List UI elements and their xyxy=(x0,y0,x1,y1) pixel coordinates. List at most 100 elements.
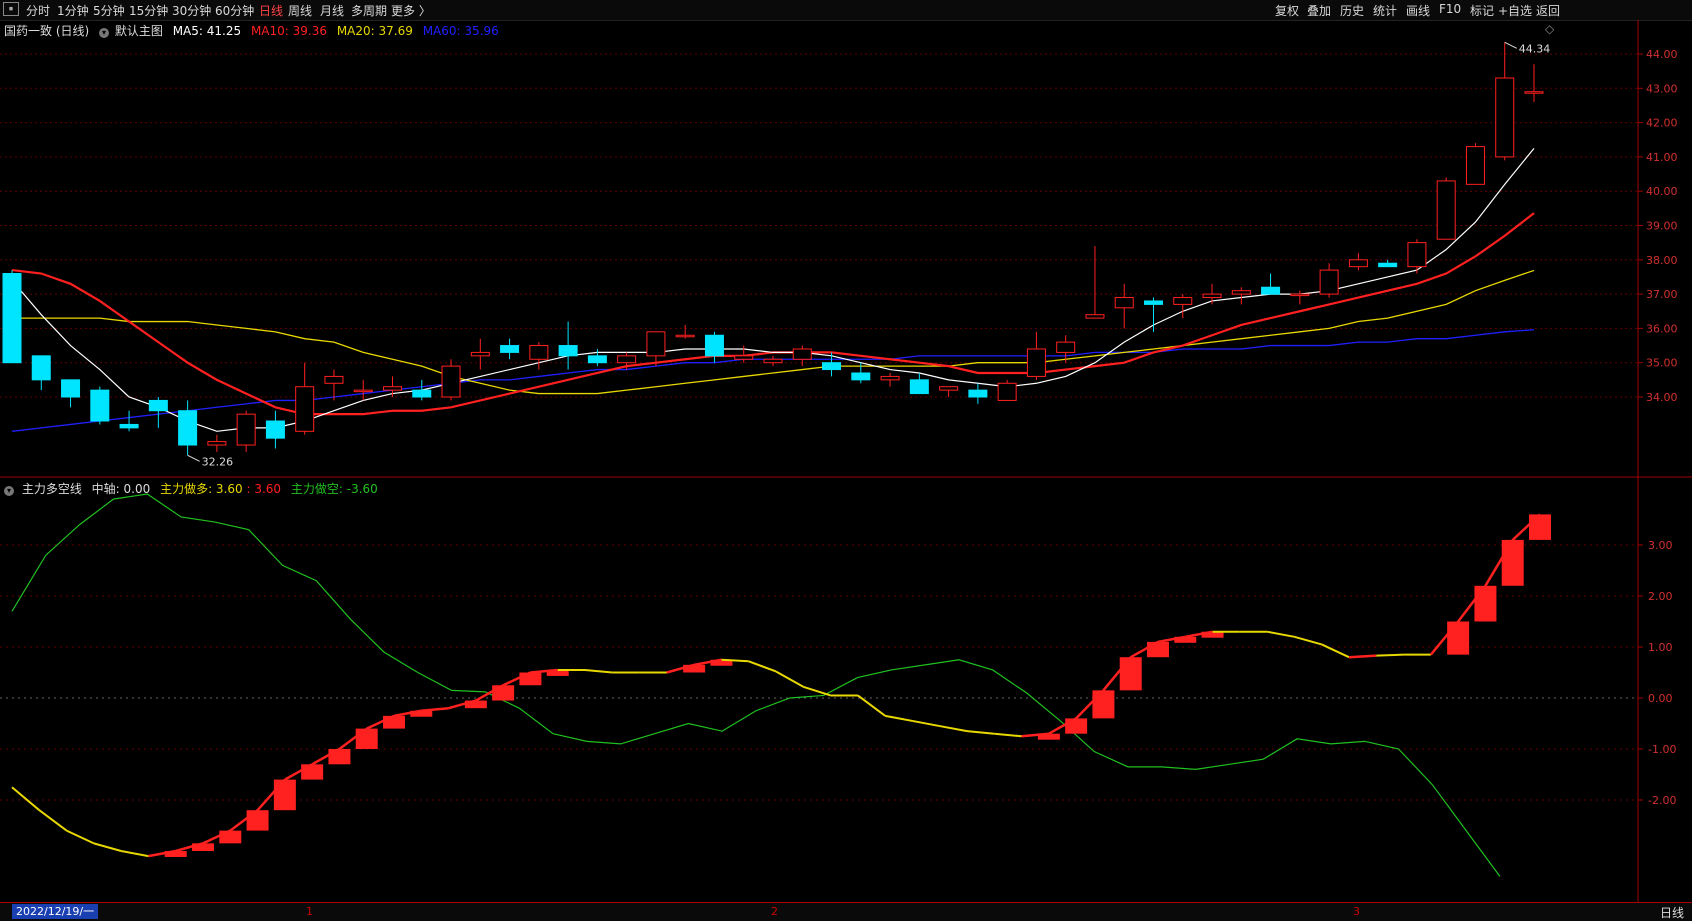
low-label: 32.26 xyxy=(202,455,234,468)
candle-body xyxy=(148,399,168,412)
candle xyxy=(1465,143,1485,185)
candle xyxy=(763,355,783,367)
candle xyxy=(1261,273,1281,295)
price-tick-label: 40.00 xyxy=(1646,185,1678,198)
candle-body xyxy=(675,334,695,338)
candle-body xyxy=(1114,297,1134,309)
high-label: 44.34 xyxy=(1519,42,1551,55)
candle xyxy=(61,379,81,408)
candle-body xyxy=(880,375,900,381)
price-tick-label: 42.00 xyxy=(1646,117,1678,130)
candle-body xyxy=(1465,146,1485,185)
candle-body xyxy=(383,386,402,391)
long-line-segment xyxy=(939,725,968,733)
dropdown-icon[interactable]: ▾ xyxy=(99,28,110,38)
long-line-segment xyxy=(912,719,940,728)
long-line-segment xyxy=(11,786,40,811)
long-bar xyxy=(328,749,351,765)
long-bar xyxy=(192,843,214,851)
candle xyxy=(1378,259,1398,268)
long-line-segment xyxy=(120,850,149,858)
candle xyxy=(997,379,1017,401)
candle xyxy=(148,397,168,428)
price-tick-label: 43.00 xyxy=(1646,82,1678,95)
indicator-info-line: ▾ 主力多空线 中轴: 0.00 主力做多: 3.60 : 3.60 主力做空:… xyxy=(4,480,378,497)
long-bar xyxy=(1174,636,1197,643)
ma20-label: MA20: 37.69 xyxy=(336,24,413,38)
long-bar xyxy=(464,700,487,709)
candle xyxy=(939,386,959,397)
candle-body xyxy=(353,389,373,393)
candle-body xyxy=(704,334,724,357)
candle-body xyxy=(1173,297,1193,305)
ma10-label: MA10: 39.36 xyxy=(250,24,327,38)
long-bar xyxy=(301,764,324,780)
candle-body xyxy=(587,355,607,364)
price-tick-label: 37.00 xyxy=(1646,288,1678,301)
candle-body xyxy=(1261,286,1281,295)
long-line-segment xyxy=(857,694,886,717)
candle-body xyxy=(822,362,842,371)
candle-body xyxy=(617,355,637,364)
long-line-segment xyxy=(93,842,122,852)
kline-chart[interactable]: 44.00 43.00 42.00 41.00 40.00 39.00 38.00 37.00… xyxy=(0,0,1692,902)
candle xyxy=(2,270,22,364)
period-label: 日线 xyxy=(1659,906,1684,920)
template-name[interactable]: 默认主图 xyxy=(115,24,163,38)
candle-body xyxy=(529,345,549,360)
candle-body xyxy=(646,331,666,357)
candle xyxy=(1114,283,1134,329)
indicator-tick-label: -1.00 xyxy=(1648,743,1676,756)
main-info-line: 国药一致 (日线) ▾ 默认主图 MA5: 41.25 MA10: 39.36 … xyxy=(4,22,499,39)
short-label: 主力做空: -3.60 xyxy=(290,482,378,496)
candle xyxy=(968,383,988,404)
long-bar xyxy=(519,672,542,686)
mid-axis-label: 中轴: 0.00 xyxy=(91,482,151,496)
diamond-icon[interactable]: ◇ xyxy=(1545,22,1554,36)
indicator-name[interactable]: 主力多空线 xyxy=(22,482,82,496)
candle-body xyxy=(265,420,285,439)
high-pointer xyxy=(1504,41,1517,49)
price-tick-label: 44.00 xyxy=(1646,48,1678,61)
indicator-tick-label: 1.00 xyxy=(1648,641,1673,654)
long-bar xyxy=(1501,539,1524,586)
long-bar xyxy=(1447,621,1470,655)
candle-body xyxy=(1378,262,1398,268)
candle-body xyxy=(1231,290,1251,295)
long-line-segment xyxy=(1294,635,1322,646)
candle xyxy=(31,355,51,391)
candle xyxy=(441,359,461,401)
indicator-tick-label: -2.00 xyxy=(1648,794,1676,807)
indicator-dropdown-icon[interactable]: ▾ xyxy=(4,486,14,496)
candle xyxy=(529,342,549,370)
candle xyxy=(1026,331,1046,380)
long-bar xyxy=(1065,718,1088,734)
candle-body xyxy=(1202,293,1222,299)
candle-body xyxy=(1026,348,1046,377)
long-bar xyxy=(1474,585,1497,622)
candle xyxy=(412,379,432,401)
indicator-lines xyxy=(11,493,1551,877)
candle xyxy=(207,434,227,452)
price-tick-label: 34.00 xyxy=(1646,391,1678,404)
long-bar xyxy=(355,728,378,749)
candle xyxy=(1144,297,1163,332)
candle-body xyxy=(295,386,315,432)
candle-body xyxy=(1495,77,1515,158)
candle-body xyxy=(31,355,51,381)
candle-body xyxy=(997,382,1017,401)
candle xyxy=(587,348,607,367)
grid-lines xyxy=(0,20,1692,902)
long-line-segment xyxy=(802,685,831,697)
candle-body xyxy=(939,386,959,391)
long-line-segment xyxy=(1321,643,1350,659)
long-bar xyxy=(1037,733,1060,740)
long-bar xyxy=(492,685,515,701)
candle xyxy=(90,386,110,425)
candle-body xyxy=(119,423,139,429)
candle xyxy=(1085,246,1105,319)
extra-label: : 3.60 xyxy=(246,482,282,496)
long-bar xyxy=(1092,690,1115,719)
candle-body xyxy=(1348,259,1368,268)
candle xyxy=(119,410,139,432)
